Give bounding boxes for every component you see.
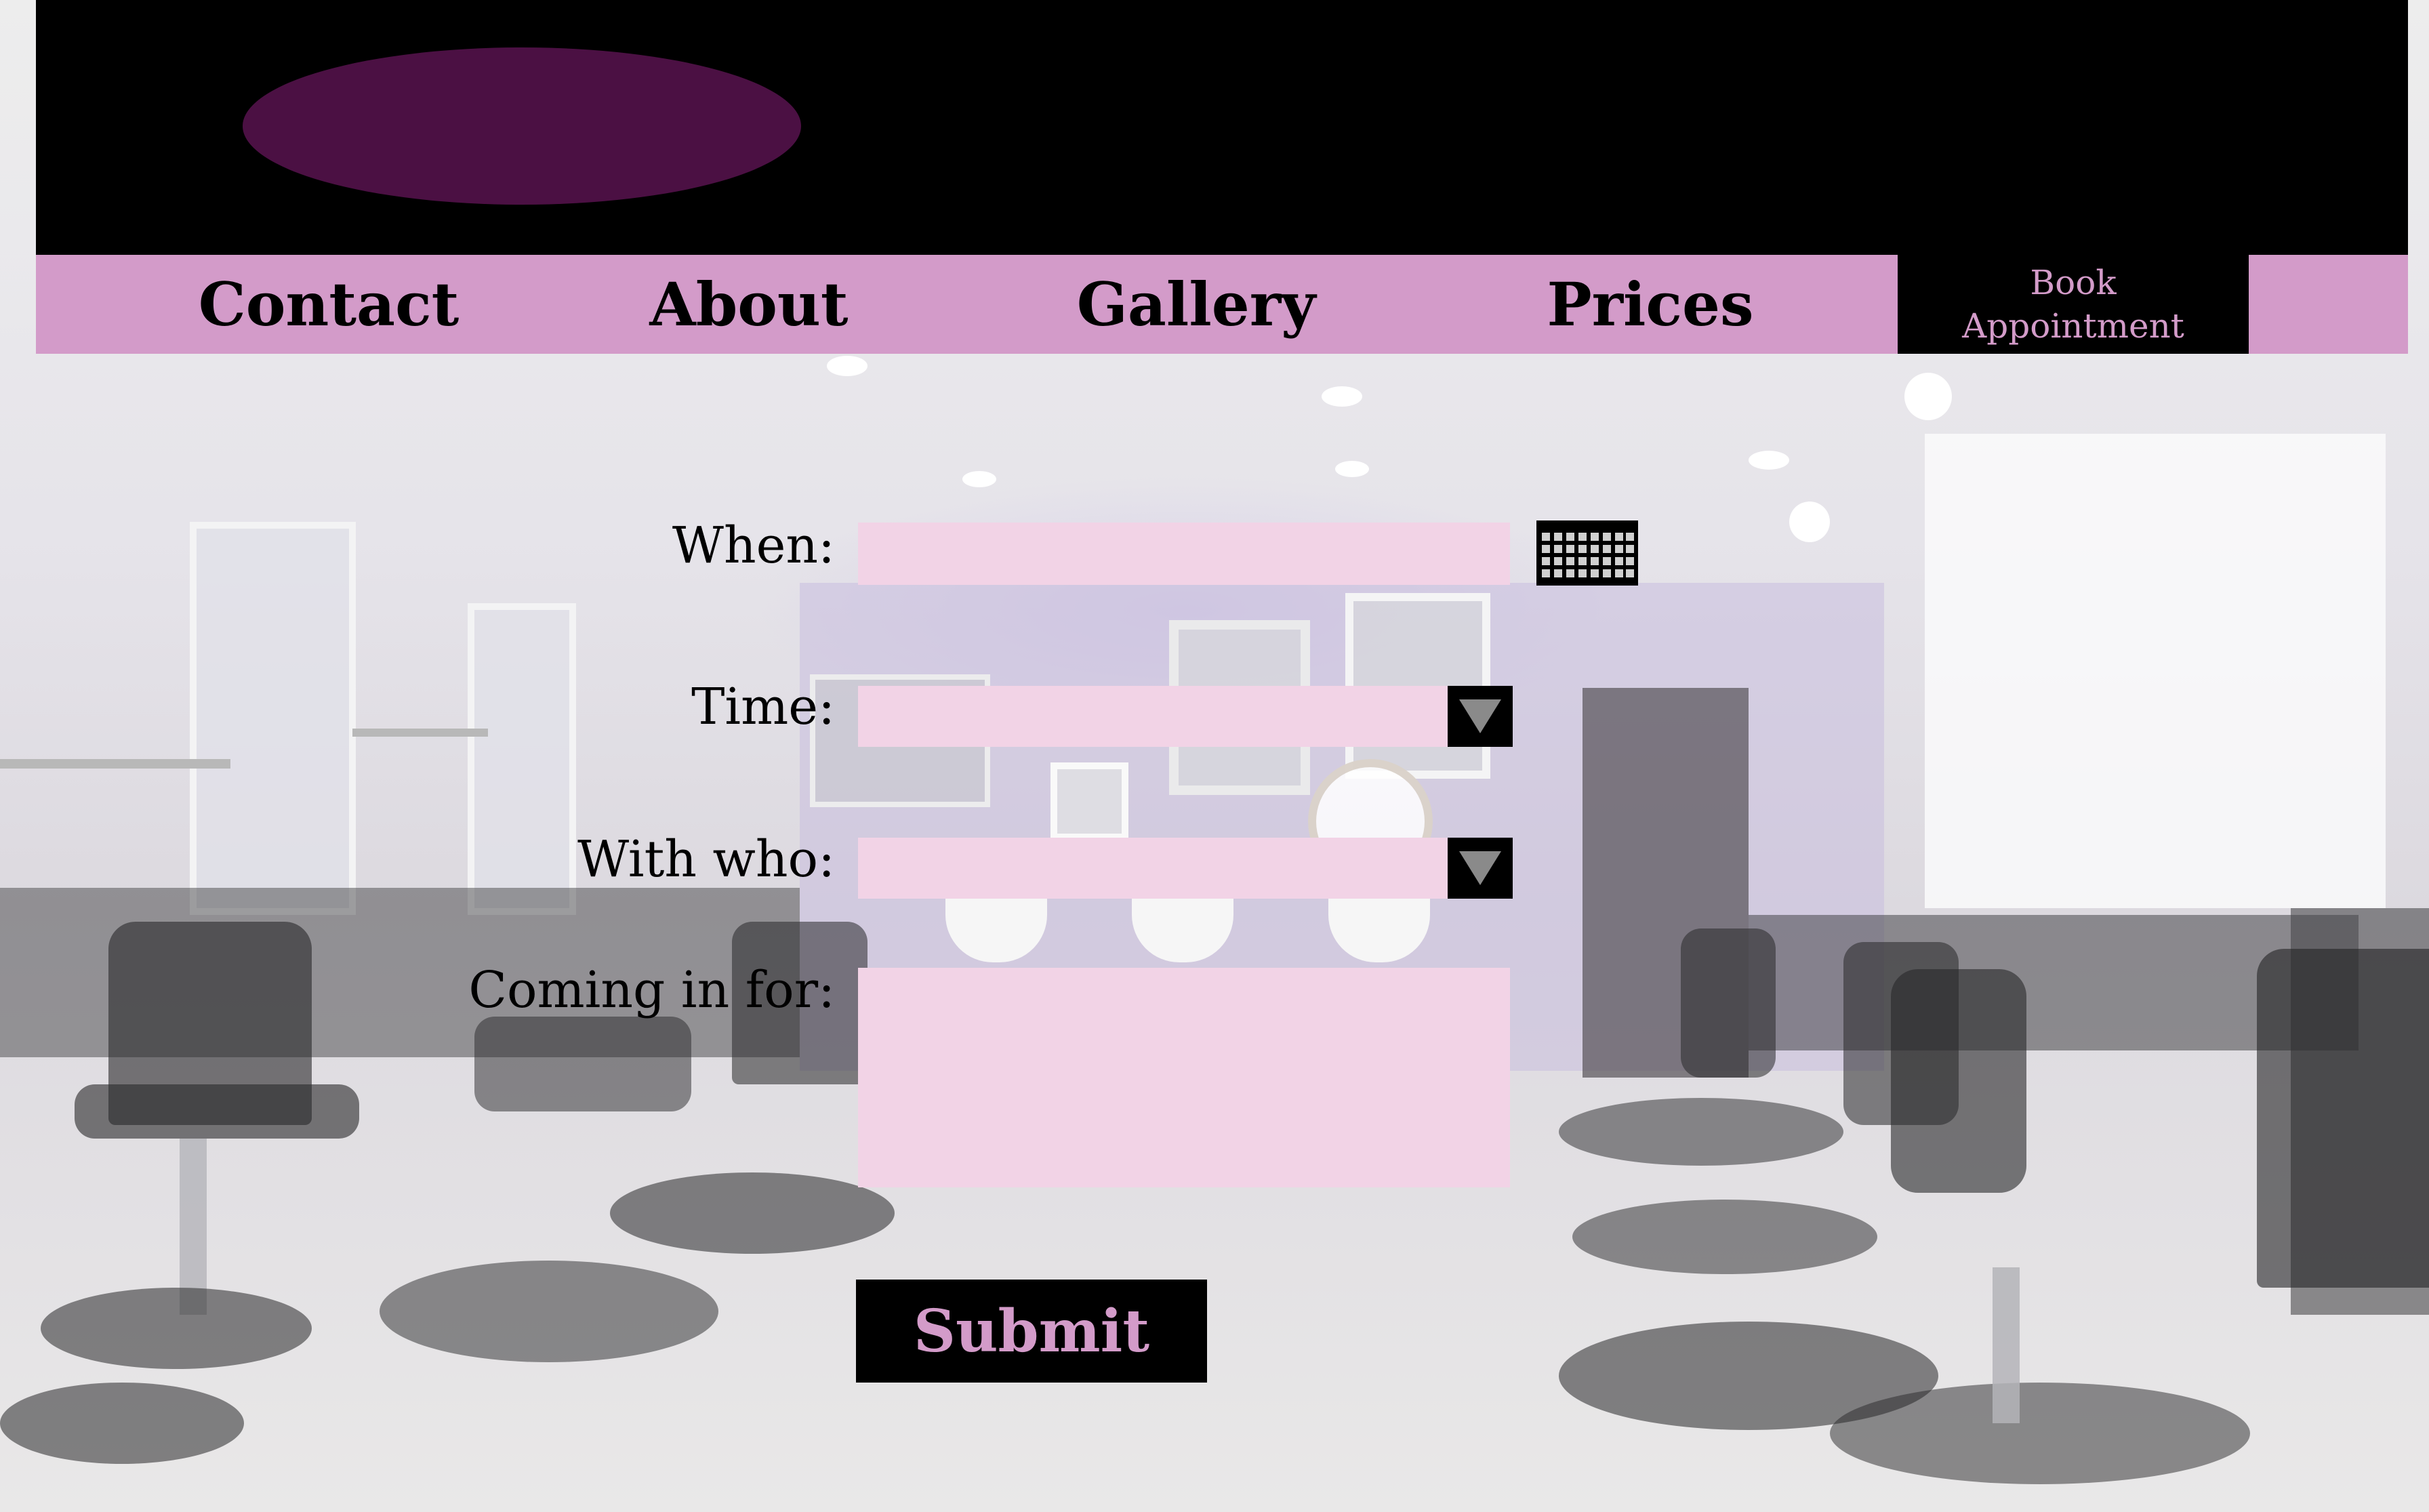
when-label: When:: [672, 516, 835, 575]
when-input[interactable]: [858, 523, 1510, 585]
coming-in-for-label: Coming in for:: [468, 961, 835, 1019]
time-label: Time:: [691, 678, 835, 736]
triangle-down-icon: [1459, 851, 1501, 885]
nav-about[interactable]: About: [617, 255, 881, 354]
coming-in-for-textarea[interactable]: [858, 968, 1510, 1187]
with-who-select[interactable]: [858, 838, 1448, 899]
time-dropdown-button[interactable]: [1448, 686, 1513, 747]
nav-gallery[interactable]: Gallery: [1057, 255, 1335, 354]
triangle-down-icon: [1459, 699, 1501, 733]
nav-book-line2: Appointment: [1962, 306, 2184, 346]
submit-button[interactable]: Submit: [856, 1280, 1207, 1383]
nav-book-line1: Book: [2030, 263, 2117, 302]
with-who-dropdown-button[interactable]: [1448, 838, 1513, 899]
with-who-label: With who:: [577, 830, 835, 888]
logo[interactable]: [243, 47, 801, 205]
time-select[interactable]: [858, 686, 1448, 747]
nav-prices[interactable]: Prices: [1505, 255, 1796, 354]
nav-book-appointment[interactable]: Book Appointment: [1898, 255, 2249, 354]
calendar-icon[interactable]: [1536, 520, 1638, 586]
nav-contact[interactable]: Contact: [183, 255, 474, 354]
